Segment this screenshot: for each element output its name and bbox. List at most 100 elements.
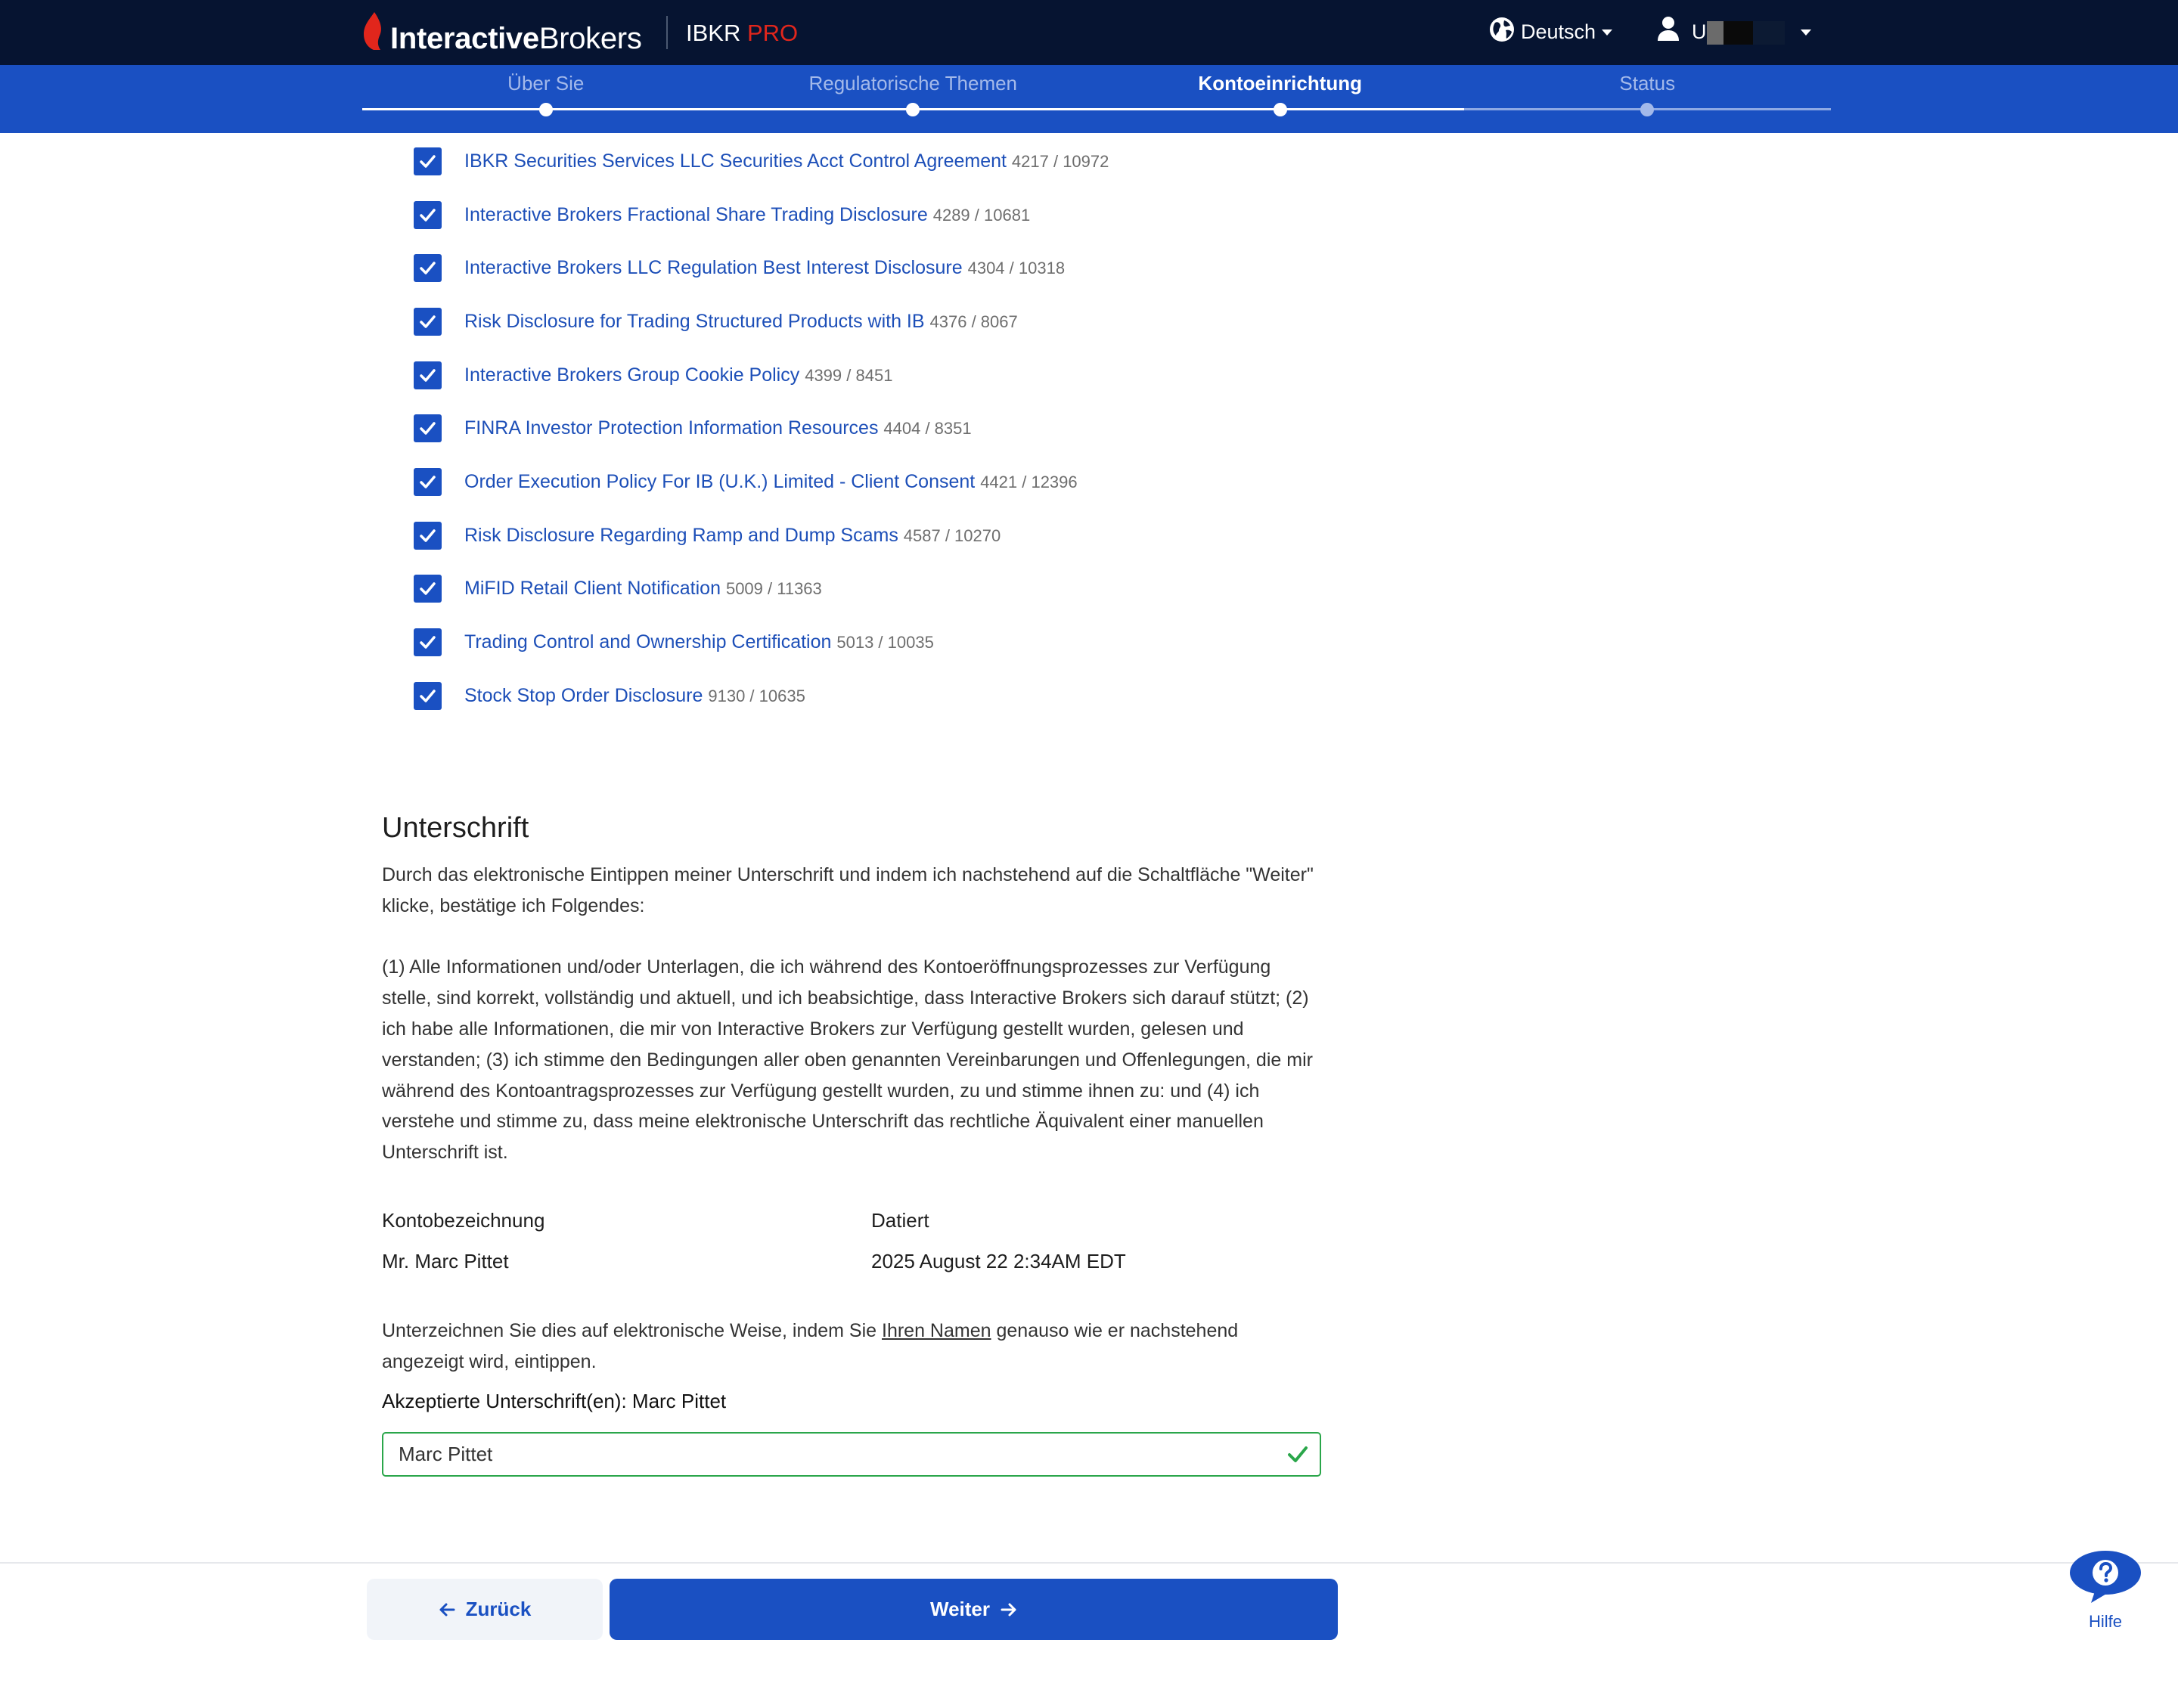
document-checkbox[interactable] — [414, 147, 442, 175]
document-checkbox[interactable] — [414, 414, 442, 443]
logo-wordmark: InteractiveBrokers — [390, 22, 642, 55]
accepted-signatures: Akzeptierte Unterschrift(en): Marc Pitte… — [382, 1387, 726, 1415]
product-badge: PRO — [746, 20, 799, 46]
document-checkbox[interactable] — [414, 575, 442, 603]
document-link[interactable]: Interactive Brokers LLC Regulation Best … — [464, 257, 963, 278]
help-label: Hilfe — [2088, 1612, 2122, 1631]
document-reference-ids: 4304 / 10318 — [967, 259, 1066, 278]
step-regulatorische-themen: Regulatorische Themen — [730, 65, 1097, 133]
document-link[interactable]: Trading Control and Ownership Certificat… — [464, 631, 831, 653]
footer-divider — [0, 1562, 2178, 1564]
document-row: Order Execution Policy For IB (U.K.) Lim… — [414, 455, 1624, 509]
document-checkbox[interactable] — [414, 200, 442, 229]
step-kontoeinrichtung: Kontoeinrichtung — [1097, 65, 1464, 133]
document-checkbox[interactable] — [414, 254, 442, 283]
document-reference-ids: 5013 / 10035 — [836, 633, 934, 653]
document-row: Interactive Brokers Group Cookie Policy … — [414, 349, 1624, 402]
language-label: Deutsch — [1521, 20, 1596, 43]
checkmark-icon — [420, 582, 436, 596]
onboarding-stepper: Über Sie Regulatorische Themen Kontoeinr… — [0, 65, 2178, 133]
document-row: MiFID Retail Client Notification 5009 / … — [414, 563, 1624, 616]
next-button[interactable]: Weiter — [610, 1579, 1338, 1640]
document-checkbox[interactable] — [414, 361, 442, 389]
document-row: Stock Stop Order Disclosure 9130 / 10635 — [414, 669, 1624, 723]
document-row: Risk Disclosure for Trading Structured P… — [414, 295, 1624, 349]
checkmark-icon — [420, 155, 436, 168]
redacted-username-block — [1723, 21, 1753, 45]
document-reference-ids: 4421 / 12396 — [980, 472, 1078, 491]
date-label: Datiert — [871, 1209, 929, 1232]
user-menu[interactable]: U — [1654, 11, 1817, 54]
document-checkbox[interactable] — [414, 307, 442, 336]
document-row: FINRA Investor Protection Information Re… — [414, 401, 1624, 455]
checkmark-icon — [420, 422, 436, 436]
step-label: Status — [1619, 72, 1676, 95]
step-label: Regulatorische Themen — [808, 72, 1018, 95]
step-label: Kontoeinrichtung — [1198, 72, 1363, 95]
document-link[interactable]: Interactive Brokers Fractional Share Tra… — [464, 204, 928, 225]
document-link[interactable]: Order Execution Policy For IB (U.K.) Lim… — [464, 471, 975, 492]
caret-down-icon — [1801, 29, 1811, 36]
checkmark-icon — [420, 315, 436, 328]
step-dot — [538, 103, 553, 116]
checkmark-icon — [420, 529, 436, 542]
document-link[interactable]: Risk Disclosure Regarding Ramp and Dump … — [464, 525, 898, 546]
arrow-left-icon — [439, 1603, 455, 1616]
globe-icon — [1490, 17, 1514, 42]
document-link[interactable]: Interactive Brokers Group Cookie Policy — [464, 364, 799, 386]
document-reference-ids: 4404 / 8351 — [883, 419, 972, 439]
document-link[interactable]: FINRA Investor Protection Information Re… — [464, 417, 878, 439]
signature-terms: Durch das elektronische Eintippen meiner… — [382, 860, 1323, 1168]
checkmark-icon — [420, 636, 436, 649]
header-divider — [666, 16, 668, 49]
document-text: Trading Control and Ownership Certificat… — [464, 629, 934, 656]
document-row: Trading Control and Ownership Certificat… — [414, 615, 1624, 669]
document-checkbox[interactable] — [414, 628, 442, 657]
redacted-username-block — [1707, 21, 1723, 45]
step-ueber-sie: Über Sie — [362, 65, 730, 133]
check-icon — [1288, 1446, 1308, 1462]
document-text: Risk Disclosure Regarding Ramp and Dump … — [464, 522, 1001, 549]
help-bubble-icon — [2070, 1551, 2141, 1603]
document-text: IBKR Securities Services LLC Securities … — [464, 148, 1109, 175]
document-checkbox[interactable] — [414, 467, 442, 496]
your-name-link[interactable]: Ihren Namen — [882, 1320, 991, 1341]
signature-heading: Unterschrift — [382, 812, 529, 844]
product-name: IBKR PRO — [686, 19, 798, 48]
step-status: Status — [1464, 65, 1832, 133]
document-reference-ids: 4587 / 10270 — [903, 525, 1001, 545]
document-link[interactable]: Stock Stop Order Disclosure — [464, 685, 703, 706]
document-link[interactable]: Risk Disclosure for Trading Structured P… — [464, 311, 925, 332]
ib-flame-logo-icon — [364, 12, 381, 50]
interactive-brokers-logo[interactable]: InteractiveBrokers — [361, 9, 651, 56]
caret-down-icon — [1602, 29, 1612, 36]
signature-field-container — [382, 1432, 1321, 1477]
document-row: IBKR Securities Services LLC Securities … — [414, 135, 1624, 188]
username: U — [1692, 20, 1707, 43]
arrow-right-icon — [1001, 1603, 1016, 1616]
back-button-label: Zurück — [465, 1598, 532, 1620]
step-dot — [1640, 103, 1655, 116]
document-text: FINRA Investor Protection Information Re… — [464, 415, 972, 442]
document-row: Interactive Brokers LLC Regulation Best … — [414, 241, 1624, 295]
checkmark-icon — [420, 689, 436, 702]
back-button[interactable]: Zurück — [367, 1579, 603, 1640]
accepted-signatures-names: Marc Pittet — [631, 1390, 727, 1412]
step-dot — [1273, 103, 1287, 116]
document-link[interactable]: IBKR Securities Services LLC Securities … — [464, 150, 1007, 172]
date-value: 2025 August 22 2:34AM EDT — [871, 1250, 1126, 1272]
document-checkbox[interactable] — [414, 681, 442, 710]
document-text: Interactive Brokers Fractional Share Tra… — [464, 202, 1030, 228]
document-reference-ids: 4399 / 8451 — [805, 365, 893, 385]
document-reference-ids: 4217 / 10972 — [1011, 151, 1109, 171]
document-checkbox[interactable] — [414, 521, 442, 550]
signature-instruction: Unterzeichnen Sie dies auf elektronische… — [382, 1316, 1323, 1378]
document-text: Risk Disclosure for Trading Structured P… — [464, 308, 1018, 335]
document-link[interactable]: MiFID Retail Client Notification — [464, 578, 721, 599]
signature-intro-text: Durch das elektronische Eintippen meiner… — [382, 864, 1314, 916]
logo-wordmark-bold: Interactive — [390, 22, 539, 55]
next-button-label: Weiter — [930, 1598, 990, 1620]
language-selector[interactable]: Deutsch — [1486, 11, 1616, 54]
signature-input[interactable] — [383, 1434, 1320, 1475]
help-button[interactable]: Hilfe — [2068, 1550, 2142, 1635]
